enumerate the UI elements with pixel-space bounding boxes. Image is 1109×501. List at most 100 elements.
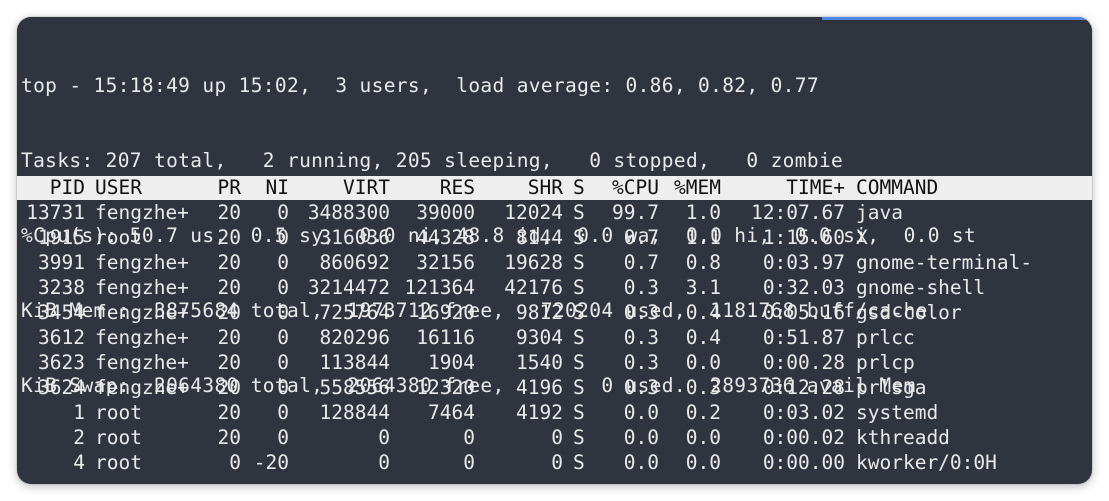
cell-user: root <box>95 226 142 249</box>
cell-command: gnome-shell <box>856 276 986 299</box>
cell-pr: 20 <box>217 276 241 299</box>
cell-ni: 0 <box>277 201 289 224</box>
cell-mem: 0.8 <box>685 251 721 274</box>
cell-cpu: 0.3 <box>623 351 659 374</box>
cell-state: S <box>573 276 585 299</box>
cell-time: 0:00.02 <box>762 426 845 449</box>
cell-ni: 0 <box>277 226 289 249</box>
cell-state: S <box>573 326 585 349</box>
cell-cpu: 0.3 <box>623 276 659 299</box>
cell-pr: 20 <box>217 226 241 249</box>
cell-user: fengzhe+ <box>95 251 189 274</box>
uptime-line: top - 15:18:49 up 15:02, 3 users, load a… <box>21 74 819 97</box>
table-row: 3454 fengzhe+ 20 0 725764 16920 9812 S 0… <box>17 300 1092 325</box>
cell-pid: 3624 <box>38 376 85 399</box>
cell-ni: 0 <box>277 376 289 399</box>
cell-virt: 3488300 <box>307 201 390 224</box>
cell-res: 7464 <box>428 401 475 424</box>
cell-pr: 20 <box>217 251 241 274</box>
cell-ni: 0 <box>277 351 289 374</box>
cell-ni: 0 <box>277 276 289 299</box>
cell-time: 0:32.03 <box>762 276 845 299</box>
table-row: 2 root 20 0 0 0 0 S 0.0 0.0 0:00.02 kthr… <box>17 425 1092 450</box>
cell-virt: 860692 <box>319 251 390 274</box>
cell-pr: 20 <box>217 351 241 374</box>
cell-state: S <box>573 226 585 249</box>
header-mem: %MEM <box>674 176 721 199</box>
cell-ni: 0 <box>277 426 289 449</box>
cell-ni: 0 <box>277 301 289 324</box>
header-row: PID USER PR NI VIRT RES SHR S %CPU %MEM … <box>17 176 1092 200</box>
cell-shr: 8144 <box>516 226 563 249</box>
cell-virt: 558556 <box>319 376 390 399</box>
cell-res: 16920 <box>416 301 475 324</box>
cell-time: 0:03.97 <box>762 251 845 274</box>
cell-virt: 0 <box>378 426 390 449</box>
cell-user: fengzhe+ <box>95 351 189 374</box>
cell-command: prlcp <box>856 351 915 374</box>
cell-state: S <box>573 351 585 374</box>
cell-pid: 3623 <box>38 351 85 374</box>
cell-time: 0:00.00 <box>762 451 845 474</box>
header-user: USER <box>95 176 142 199</box>
cell-res: 39000 <box>416 201 475 224</box>
cell-command: gsd-color <box>856 301 962 324</box>
cell-pr: 20 <box>217 301 241 324</box>
cell-command: prlsga <box>856 376 927 399</box>
table-row: 3238 fengzhe+ 20 0 3214472 121364 42176 … <box>17 275 1092 300</box>
cell-cpu: 0.7 <box>623 251 659 274</box>
cell-state: S <box>573 426 585 449</box>
cell-command: kthreadd <box>856 426 950 449</box>
cell-shr: 12024 <box>504 201 563 224</box>
cell-state: S <box>573 301 585 324</box>
cell-pr: 20 <box>217 426 241 449</box>
cell-mem: 0.4 <box>685 326 721 349</box>
cell-pr: 20 <box>217 401 241 424</box>
cell-command: systemd <box>856 401 939 424</box>
cell-res: 12320 <box>416 376 475 399</box>
header-res: RES <box>439 176 475 199</box>
cell-pid: 3612 <box>38 326 85 349</box>
cell-ni: 0 <box>277 251 289 274</box>
cell-shr: 19628 <box>504 251 563 274</box>
header-cpu: %CPU <box>612 176 659 199</box>
cell-virt: 128844 <box>319 401 390 424</box>
header-time: TIME+ <box>786 176 845 199</box>
window-accent-bar <box>822 17 1092 20</box>
cell-user: fengzhe+ <box>95 301 189 324</box>
header-shr: SHR <box>527 176 563 199</box>
header-state: S <box>573 176 585 199</box>
header-virt: VIRT <box>343 176 390 199</box>
cell-virt: 725764 <box>319 301 390 324</box>
cell-virt: 113844 <box>319 351 390 374</box>
cell-virt: 3214472 <box>307 276 390 299</box>
table-row: 3623 fengzhe+ 20 0 113844 1904 1540 S 0.… <box>17 350 1092 375</box>
cell-shr: 9304 <box>516 326 563 349</box>
cell-res: 32156 <box>416 251 475 274</box>
table-row: 13731 fengzhe+ 20 0 3488300 39000 12024 … <box>17 200 1092 225</box>
cell-mem: 0.0 <box>685 451 721 474</box>
cell-command: kworker/0:0H <box>856 451 997 474</box>
cell-mem: 1.0 <box>685 201 721 224</box>
cell-state: S <box>573 401 585 424</box>
cell-time: 0:03.02 <box>762 401 845 424</box>
cell-pr: 20 <box>217 376 241 399</box>
cell-command: java <box>856 201 903 224</box>
cell-cpu: 0.0 <box>623 451 659 474</box>
cell-cpu: 0.3 <box>623 376 659 399</box>
cell-time: 0:51.87 <box>762 326 845 349</box>
cell-cpu: 0.0 <box>623 401 659 424</box>
cell-res: 1904 <box>428 351 475 374</box>
cell-mem: 0.0 <box>685 351 721 374</box>
cell-res: 0 <box>463 426 475 449</box>
process-table-header: PID USER PR NI VIRT RES SHR S %CPU %MEM … <box>17 176 1092 200</box>
header-pid: PID <box>49 176 85 199</box>
cell-res: 0 <box>463 451 475 474</box>
cell-ni: -20 <box>253 451 289 474</box>
cell-pid: 13731 <box>26 201 85 224</box>
cell-user: fengzhe+ <box>95 376 189 399</box>
cell-time: 1:15.60 <box>762 226 845 249</box>
cell-pr: 20 <box>217 201 241 224</box>
header-pr: PR <box>217 176 241 199</box>
terminal-window[interactable]: top - 15:18:49 up 15:02, 3 users, load a… <box>17 17 1092 484</box>
